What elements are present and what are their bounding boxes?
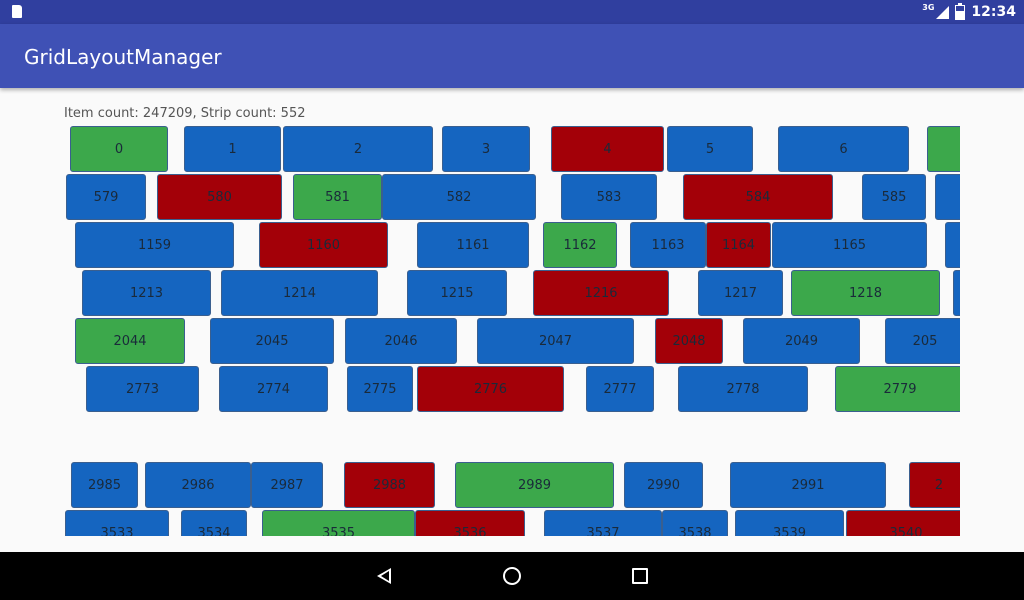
grid-tile[interactable]: 1 bbox=[184, 126, 281, 172]
grid-tile[interactable]: 2778 bbox=[678, 366, 808, 412]
grid-tile[interactable]: 1216 bbox=[533, 270, 669, 316]
back-button[interactable] bbox=[354, 552, 414, 600]
grid-tile[interactable]: 2987 bbox=[251, 462, 323, 508]
status-time: 12:34 bbox=[971, 4, 1016, 20]
grid-tile[interactable]: 1162 bbox=[543, 222, 617, 268]
grid-tile[interactable]: 3540 bbox=[846, 510, 960, 536]
grid-tile[interactable]: 2775 bbox=[347, 366, 413, 412]
grid-tile[interactable] bbox=[945, 222, 960, 268]
grid-tile[interactable]: 579 bbox=[66, 174, 146, 220]
grid-tile[interactable] bbox=[953, 270, 960, 316]
grid-tile[interactable]: 3534 bbox=[181, 510, 247, 536]
grid-tile[interactable]: 1159 bbox=[75, 222, 234, 268]
grid-tile[interactable]: 1163 bbox=[630, 222, 706, 268]
grid-tile[interactable]: 1160 bbox=[259, 222, 388, 268]
grid-tile[interactable]: 2044 bbox=[75, 318, 185, 364]
grid-tile[interactable]: 2 bbox=[283, 126, 433, 172]
grid-tile[interactable]: 2986 bbox=[145, 462, 251, 508]
grid-tile[interactable]: 2774 bbox=[219, 366, 328, 412]
grid-tile[interactable]: 3539 bbox=[735, 510, 844, 536]
grid-tile[interactable]: 2048 bbox=[655, 318, 723, 364]
grid-tile[interactable]: 2777 bbox=[586, 366, 654, 412]
grid-tile[interactable]: 0 bbox=[70, 126, 168, 172]
grid-tile[interactable]: 1161 bbox=[417, 222, 529, 268]
grid-tile[interactable] bbox=[927, 126, 960, 172]
grid-tile[interactable]: 3533 bbox=[65, 510, 169, 536]
grid-tile[interactable]: 1213 bbox=[82, 270, 211, 316]
grid-tile[interactable]: 580 bbox=[157, 174, 282, 220]
grid-tile[interactable]: 5 bbox=[667, 126, 753, 172]
grid-tile[interactable]: 2049 bbox=[743, 318, 860, 364]
navigation-bar bbox=[0, 552, 1024, 600]
grid-tile[interactable]: 1164 bbox=[706, 222, 771, 268]
grid-tile[interactable]: 3 bbox=[442, 126, 530, 172]
status-icons: 3G 12:34 bbox=[922, 0, 1016, 24]
recents-icon bbox=[632, 568, 648, 584]
grid-viewport[interactable]: 0 1 2 3 4 5 6 579 580 581 582 583 584 585 1159 1160 1161… bbox=[64, 122, 960, 536]
grid-tile[interactable]: 6 bbox=[778, 126, 909, 172]
back-icon bbox=[377, 568, 391, 584]
grid-tile[interactable]: 2988 bbox=[344, 462, 435, 508]
item-count-label: Item count: 247209, Strip count: 552 bbox=[64, 106, 306, 121]
grid-tile[interactable]: 2989 bbox=[455, 462, 614, 508]
battery-icon bbox=[955, 2, 966, 20]
network-type-label: 3G bbox=[922, 2, 935, 12]
grid-tile[interactable]: 1215 bbox=[407, 270, 507, 316]
grid-tile[interactable] bbox=[935, 174, 960, 220]
grid-tile[interactable]: 2779 bbox=[835, 366, 960, 412]
grid-tile[interactable]: 2776 bbox=[417, 366, 564, 412]
app-bar: GridLayoutManager bbox=[0, 24, 1024, 88]
home-icon bbox=[503, 567, 521, 585]
grid-tile[interactable]: 3536 bbox=[415, 510, 525, 536]
grid-tile[interactable]: 2991 bbox=[730, 462, 886, 508]
grid-tile[interactable]: 584 bbox=[683, 174, 833, 220]
grid-tile[interactable]: 2773 bbox=[86, 366, 199, 412]
grid-tile[interactable]: 583 bbox=[561, 174, 657, 220]
recents-button[interactable] bbox=[610, 552, 670, 600]
grid-tile[interactable]: 1218 bbox=[791, 270, 940, 316]
grid-tile[interactable]: 2985 bbox=[71, 462, 138, 508]
grid-tile[interactable]: 3537 bbox=[544, 510, 662, 536]
signal-icon bbox=[936, 5, 950, 19]
app-title: GridLayoutManager bbox=[24, 45, 222, 69]
home-button[interactable] bbox=[482, 552, 542, 600]
grid-tile[interactable]: 3535 bbox=[262, 510, 415, 536]
grid-tile[interactable]: 2990 bbox=[624, 462, 703, 508]
grid-tile[interactable]: 2046 bbox=[345, 318, 457, 364]
status-bar: 3G 12:34 bbox=[0, 0, 1024, 24]
grid-tile[interactable]: 4 bbox=[551, 126, 664, 172]
grid-tile[interactable]: 1214 bbox=[221, 270, 378, 316]
grid-tile[interactable]: 2045 bbox=[210, 318, 334, 364]
grid-tile[interactable]: 2047 bbox=[477, 318, 634, 364]
grid-tile[interactable]: 581 bbox=[293, 174, 382, 220]
grid-tile[interactable]: 205 bbox=[885, 318, 960, 364]
grid-tile[interactable]: 582 bbox=[382, 174, 536, 220]
grid-tile[interactable]: 3538 bbox=[662, 510, 728, 536]
grid-tile[interactable]: 1165 bbox=[772, 222, 927, 268]
sd-card-icon bbox=[12, 5, 22, 18]
grid-tile[interactable]: 585 bbox=[862, 174, 926, 220]
grid-tile[interactable]: 1217 bbox=[698, 270, 783, 316]
grid-tile[interactable]: 2 bbox=[909, 462, 960, 508]
